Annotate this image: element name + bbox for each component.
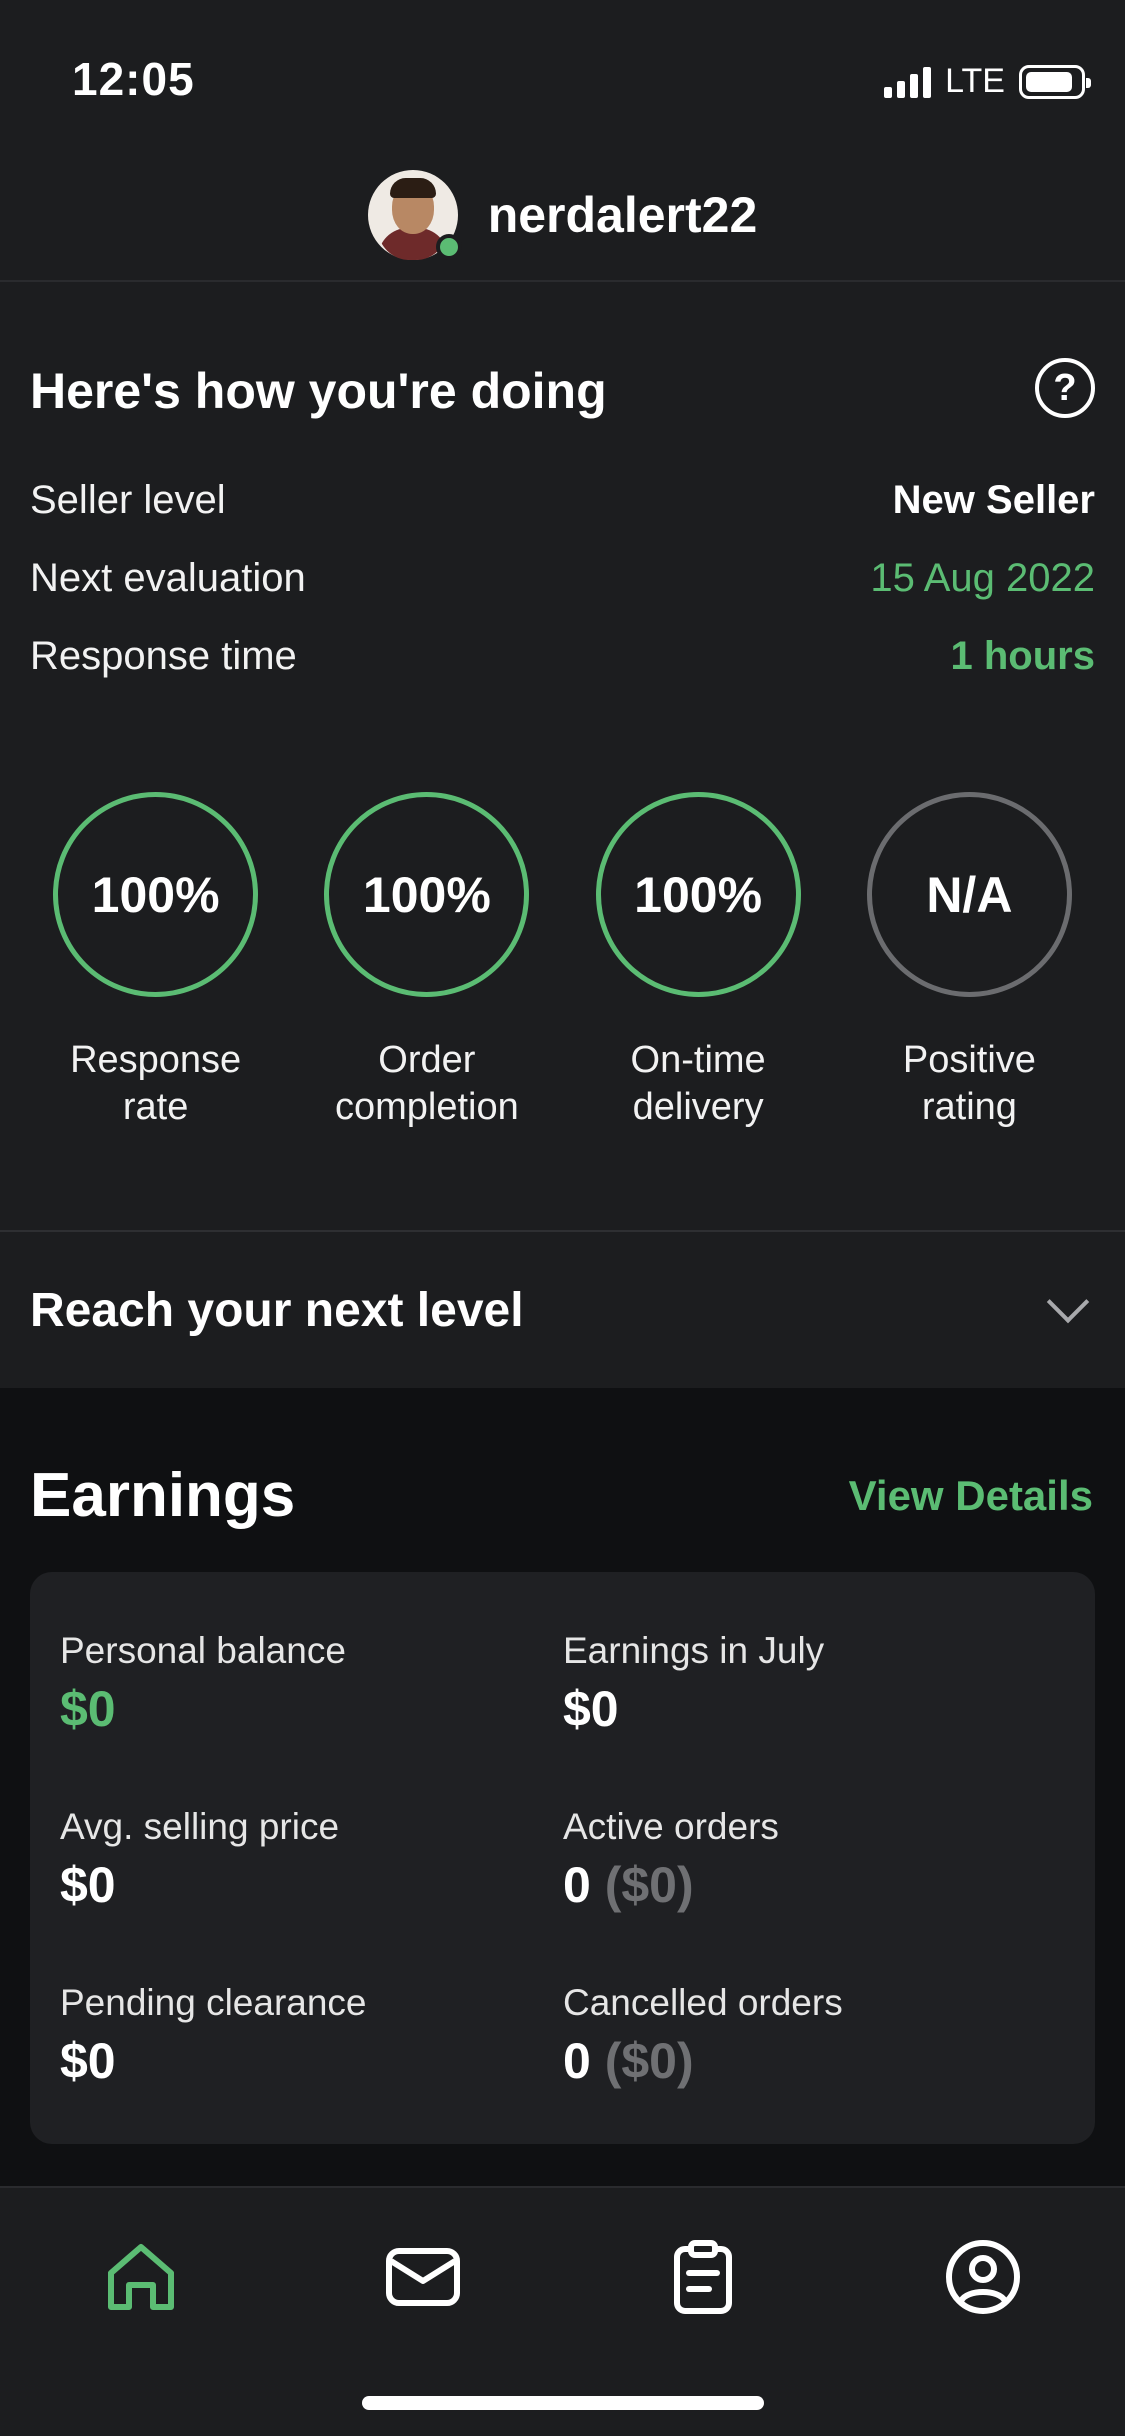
seller-level-value: New Seller — [892, 478, 1095, 522]
metric-label-line: completion — [334, 1086, 519, 1128]
personal-balance: Personal balance $0 — [60, 1630, 346, 1738]
metric-ring: N/A — [866, 792, 1072, 997]
tab-profile[interactable] — [928, 2222, 1038, 2332]
metric-ring: 100% — [324, 792, 530, 997]
avatar[interactable] — [367, 170, 462, 260]
tab-inbox[interactable] — [368, 2222, 478, 2332]
tab-home[interactable] — [86, 2222, 196, 2332]
pending-clearance-label: Pending clearance — [60, 1982, 367, 2023]
metric-label-line: Order — [378, 1039, 476, 1081]
next-evaluation-value: 15 Aug 2022 — [870, 556, 1095, 600]
metric-on-time-delivery: 100% On-time delivery — [583, 792, 813, 1131]
metric-label: Positive rating — [903, 1037, 1036, 1131]
inbox-icon — [386, 2248, 460, 2306]
active-orders-count: 0 — [563, 1857, 591, 1913]
seller-level-label: Seller level — [30, 478, 226, 522]
metric-label: Order completion — [335, 1037, 519, 1131]
cancelled-orders-amount: ($0) — [604, 2033, 694, 2089]
earnings-card: Personal balance $0 Earnings in July $0 … — [30, 1572, 1095, 2144]
reach-next-level-toggle[interactable]: Reach your next level — [0, 1232, 1125, 1388]
metric-label-line: On-time — [630, 1039, 766, 1081]
cancelled-orders-value: 0 ($0) — [563, 2032, 843, 2090]
earnings-in-month: Earnings in July $0 — [563, 1630, 824, 1738]
metric-label-line: Response — [70, 1039, 242, 1081]
earnings-in-month-value: $0 — [563, 1681, 619, 1737]
section-title: Here's how you're doing — [30, 363, 607, 419]
metric-label-line: rating — [921, 1086, 1017, 1128]
username: nerdalert22 — [487, 187, 758, 243]
status-time: 12:05 — [72, 53, 195, 105]
personal-balance-label: Personal balance — [60, 1630, 346, 1671]
response-time-row: Response time 1 hours — [30, 634, 1095, 679]
metric-label-line: delivery — [632, 1086, 764, 1128]
profile-icon — [946, 2240, 1020, 2314]
metric-label: Response rate — [70, 1037, 241, 1131]
bottom-tab-bar — [0, 2186, 1125, 2436]
profile-header: nerdalert22 — [0, 150, 1125, 282]
seller-level-row: Seller level New Seller — [30, 478, 1095, 523]
status-bar: 12:05 LTE — [0, 0, 1125, 150]
avg-selling-price: Avg. selling price $0 — [60, 1806, 339, 1914]
orders-icon — [674, 2240, 732, 2314]
personal-balance-value: $0 — [60, 1681, 116, 1737]
network-label: LTE — [945, 62, 1005, 100]
metric-positive-rating: N/A Positive rating — [854, 792, 1084, 1131]
metric-order-completion: 100% Order completion — [312, 792, 542, 1131]
help-icon[interactable]: ? — [1035, 358, 1095, 418]
active-orders: Active orders 0 ($0) — [563, 1806, 779, 1914]
performance-section: Here's how you're doing ? Seller level N… — [0, 284, 1125, 1232]
metric-label-line: rate — [122, 1086, 189, 1128]
metric-label: On-time delivery — [631, 1037, 766, 1131]
home-icon — [108, 2244, 174, 2310]
reach-next-level-title: Reach your next level — [30, 1283, 524, 1337]
metric-label-line: Positive — [902, 1039, 1036, 1081]
next-evaluation-row: Next evaluation 15 Aug 2022 — [30, 556, 1095, 601]
cancelled-orders-label: Cancelled orders — [563, 1982, 843, 2023]
battery-icon — [1019, 64, 1091, 99]
next-evaluation-label: Next evaluation — [30, 556, 306, 600]
cancelled-orders: Cancelled orders 0 ($0) — [563, 1982, 843, 2090]
metric-ring: 100% — [595, 792, 801, 997]
online-status-dot — [435, 234, 462, 260]
tab-orders[interactable] — [648, 2222, 758, 2332]
active-orders-amount: ($0) — [604, 1857, 694, 1913]
response-time-label: Response time — [30, 634, 297, 678]
active-orders-value: 0 ($0) — [563, 1856, 779, 1914]
home-indicator[interactable] — [362, 2396, 764, 2410]
chevron-down-icon — [1046, 1280, 1090, 1324]
avg-selling-price-label: Avg. selling price — [60, 1806, 340, 1847]
earnings-section: Earnings View Details Personal balance $… — [0, 1388, 1125, 2186]
metric-response-rate: 100% Response rate — [41, 792, 271, 1131]
earnings-title: Earnings — [30, 1461, 296, 1530]
active-orders-label: Active orders — [563, 1806, 779, 1847]
status-indicators: LTE — [884, 62, 1091, 101]
response-time-value: 1 hours — [950, 634, 1095, 678]
metrics-rings: 100% Response rate 100% Order completion… — [0, 792, 1125, 1131]
metric-ring: 100% — [53, 792, 259, 997]
cancelled-orders-count: 0 — [563, 2033, 591, 2089]
signal-icon — [884, 66, 932, 98]
pending-clearance-value: $0 — [60, 2033, 116, 2089]
view-details-link[interactable]: View Details — [849, 1472, 1093, 1520]
earnings-in-month-label: Earnings in July — [563, 1630, 825, 1671]
avg-selling-price-value: $0 — [60, 1857, 116, 1913]
pending-clearance: Pending clearance $0 — [60, 1982, 367, 2090]
